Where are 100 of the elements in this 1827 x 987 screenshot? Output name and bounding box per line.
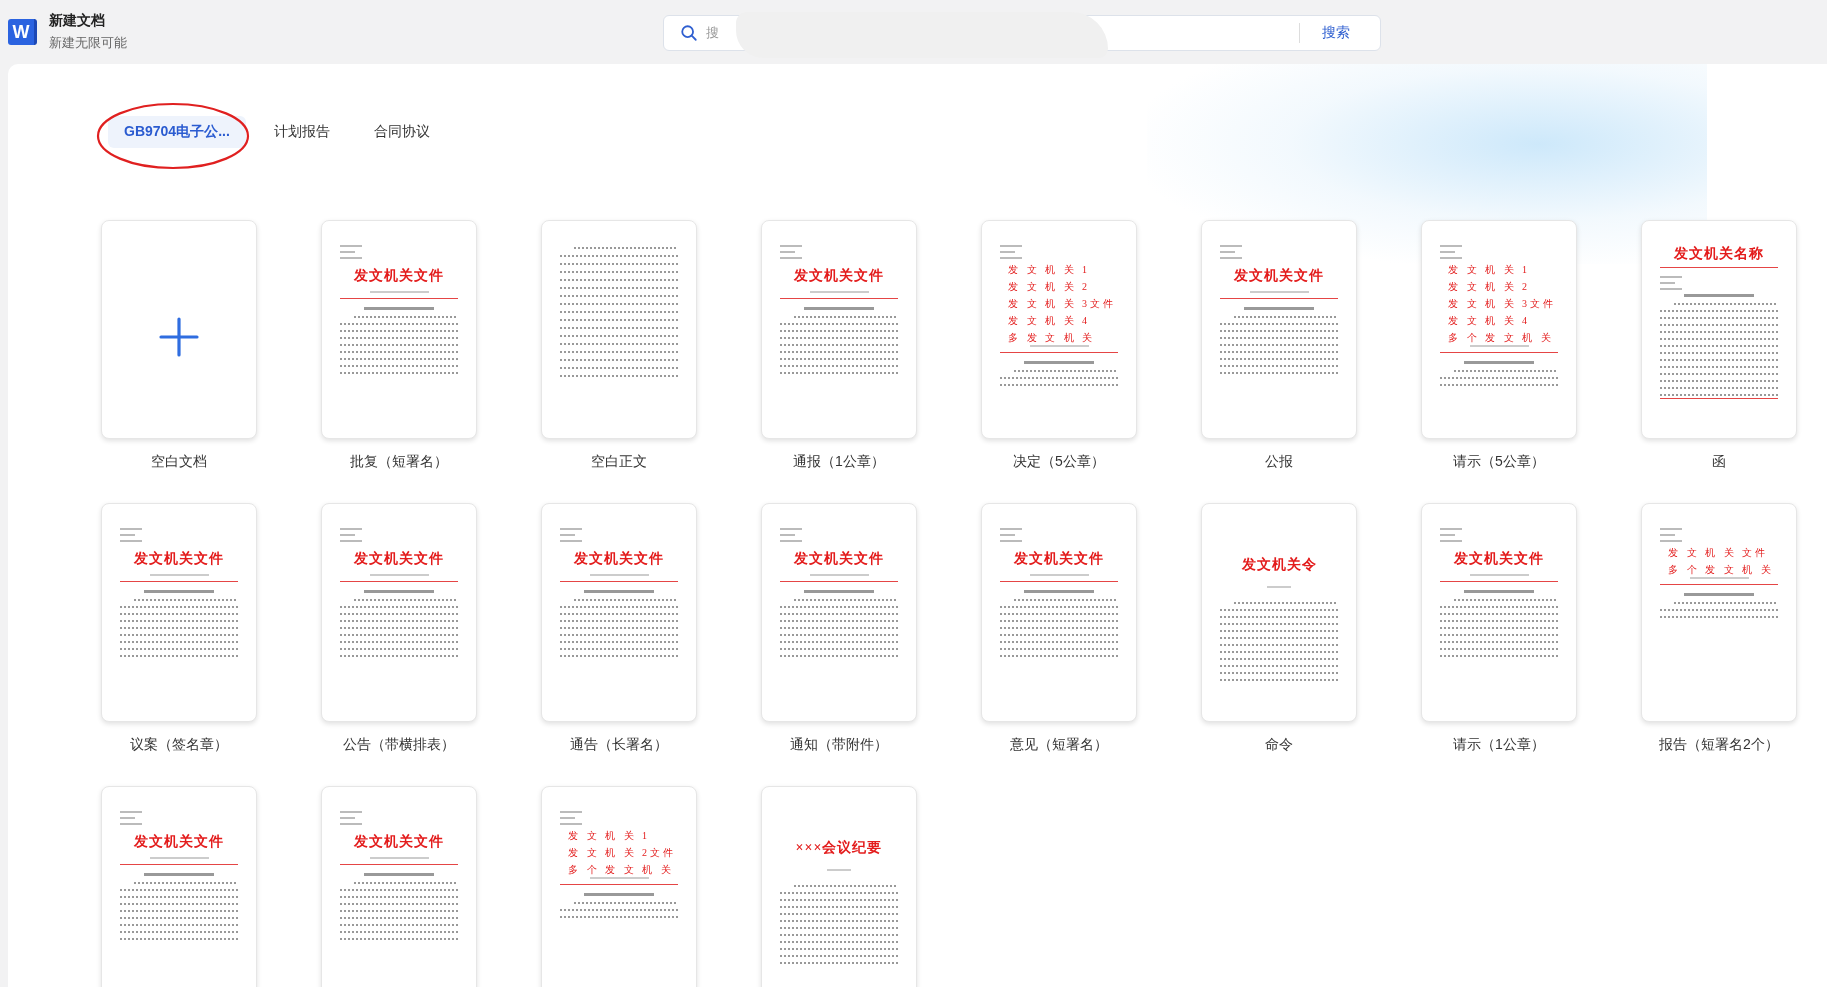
preview-heading: 发 文 机 关 1	[1008, 263, 1091, 277]
preview-heading: 发 文 机 关 3文件	[1448, 297, 1557, 311]
template-label: 函	[1712, 453, 1726, 471]
template-label: 公报	[1265, 453, 1293, 471]
number-line-drawing	[1029, 345, 1089, 347]
header-lines-drawing	[780, 245, 802, 259]
preview-heading: 发 文 机 关 4	[1448, 314, 1531, 328]
number-line-drawing	[1689, 577, 1749, 579]
number-line-drawing	[827, 869, 851, 871]
title-line-drawing	[143, 873, 215, 876]
tab[interactable]: GB9704电子公...	[108, 116, 246, 148]
template-card[interactable]: 发文机关文件	[321, 220, 477, 439]
template-card[interactable]: 发文机关文件	[761, 503, 917, 722]
template-card[interactable]: 发文机关令	[1201, 503, 1357, 722]
template-label: 通知（带附件）	[790, 736, 888, 754]
preview-heading: ×××会议纪要	[794, 839, 884, 857]
preview-heading: 发 文 机 关 3文件	[1008, 297, 1117, 311]
template-card[interactable]: 发文机关文件	[321, 503, 477, 722]
header-lines-drawing	[120, 811, 142, 825]
preview-heading: 多 发 文 机 关	[1008, 331, 1096, 345]
app-logo: W	[8, 19, 37, 45]
template-card[interactable]: 发文机关名称	[1641, 220, 1797, 439]
preview-heading: 发文机关文件	[133, 833, 225, 851]
header-lines-drawing	[1000, 245, 1022, 259]
title-line-drawing	[803, 590, 875, 593]
title-line-drawing	[1023, 590, 1095, 593]
preview-heading: 发文机关文件	[353, 550, 445, 568]
title-line-drawing	[363, 590, 435, 593]
preview-heading: 多 个 发 文 机 关	[1448, 331, 1555, 345]
header-lines-drawing	[340, 245, 362, 259]
template-card[interactable]: 发文机关文件	[101, 786, 257, 987]
preview-heading: 发文机关文件	[1453, 550, 1545, 568]
header-lines-drawing	[340, 528, 362, 542]
template-label: 议案（签名章）	[130, 736, 228, 754]
template-card[interactable]: 发文机关文件	[1201, 220, 1357, 439]
title-line-drawing	[1683, 294, 1755, 297]
tab[interactable]: 计划报告	[257, 116, 346, 148]
template-label: 意见（短署名）	[1010, 736, 1108, 754]
title-line-drawing	[1463, 361, 1535, 364]
preview-heading: 发文机关名称	[1673, 245, 1765, 263]
template-card[interactable]	[541, 220, 697, 439]
title-line-drawing	[1023, 361, 1095, 364]
search-placeholder: 搜	[706, 24, 719, 42]
template-card[interactable]: ×××会议纪要	[761, 786, 917, 987]
number-line-drawing	[369, 574, 429, 576]
template-label: 命令	[1265, 736, 1293, 754]
header-lines-drawing	[340, 811, 362, 825]
template-label: 批复（短署名）	[350, 453, 448, 471]
number-line-drawing	[1029, 574, 1089, 576]
template-label: 空白文档	[151, 453, 207, 471]
template-card[interactable]: 发文机关文件	[321, 786, 477, 987]
preview-heading: 发文机关文件	[1233, 267, 1325, 285]
preview-heading: 发文机关文件	[793, 550, 885, 568]
template-label: 公告（带横排表）	[343, 736, 455, 754]
number-line-drawing	[1267, 586, 1291, 588]
number-line-drawing	[809, 574, 869, 576]
number-line-drawing	[809, 291, 869, 293]
header-lines-drawing	[780, 528, 802, 542]
preview-heading: 发 文 机 关 4	[1008, 314, 1091, 328]
template-card[interactable]: 发 文 机 关 1 发 文 机 关 2文件 多 个 发 文 机 关	[541, 786, 697, 987]
search-button[interactable]: 搜索	[1308, 24, 1370, 42]
app-subtitle: 新建无限可能	[49, 34, 127, 52]
header-lines-drawing	[1000, 528, 1022, 542]
template-card[interactable]: 发 文 机 关 1 发 文 机 关 2 发 文 机 关 3文件 发 文 机 关 4 多 发 文 机 关	[981, 220, 1137, 439]
preview-heading: 发文机关文件	[1013, 550, 1105, 568]
preview-heading: 发 文 机 关 2文件	[568, 846, 677, 860]
preview-heading: 发文机关文件	[573, 550, 665, 568]
title-line-drawing	[583, 893, 655, 896]
template-label: 请示（1公章）	[1453, 736, 1545, 754]
template-card[interactable]: 发文机关文件	[1421, 503, 1577, 722]
title-line-drawing	[1683, 593, 1755, 596]
template-card[interactable]: 发文机关文件	[981, 503, 1137, 722]
header-lines-drawing	[1660, 528, 1682, 542]
preview-heading: 发 文 机 关 文件	[1668, 546, 1769, 560]
template-label: 请示（5公章）	[1453, 453, 1545, 471]
number-line-drawing	[589, 574, 649, 576]
plus-icon	[159, 316, 199, 357]
preview-heading: 发文机关文件	[353, 267, 445, 285]
header-lines-drawing	[560, 528, 582, 542]
template-card[interactable]: 发文机关文件	[761, 220, 917, 439]
title-line-drawing	[1243, 307, 1315, 310]
header-lines-drawing	[560, 811, 582, 825]
number-line-drawing	[149, 857, 209, 859]
title-line-drawing	[363, 873, 435, 876]
header-lines-drawing	[120, 528, 142, 542]
template-card[interactable]: 发 文 机 关 1 发 文 机 关 2 发 文 机 关 3文件 发 文 机 关 4 多 个 发 文 机 关	[1421, 220, 1577, 439]
template-card[interactable]: 发文机关文件	[541, 503, 697, 722]
title-line-drawing	[1463, 590, 1535, 593]
app-title: 新建文档	[49, 12, 106, 30]
number-line-drawing	[1249, 291, 1309, 293]
template-card[interactable]: 发 文 机 关 文件 多 个 发 文 机 关	[1641, 503, 1797, 722]
title-line-drawing	[363, 307, 435, 310]
header-lines-drawing	[1440, 528, 1462, 542]
template-label: 决定（5公章）	[1013, 453, 1105, 471]
header-lines-drawing	[1220, 245, 1242, 259]
preview-heading: 发文机关文件	[133, 550, 225, 568]
preview-heading: 发文机关文件	[353, 833, 445, 851]
template-label: 通告（长署名）	[570, 736, 668, 754]
tab[interactable]: 合同协议	[357, 116, 446, 148]
template-card[interactable]: 发文机关文件	[101, 503, 257, 722]
